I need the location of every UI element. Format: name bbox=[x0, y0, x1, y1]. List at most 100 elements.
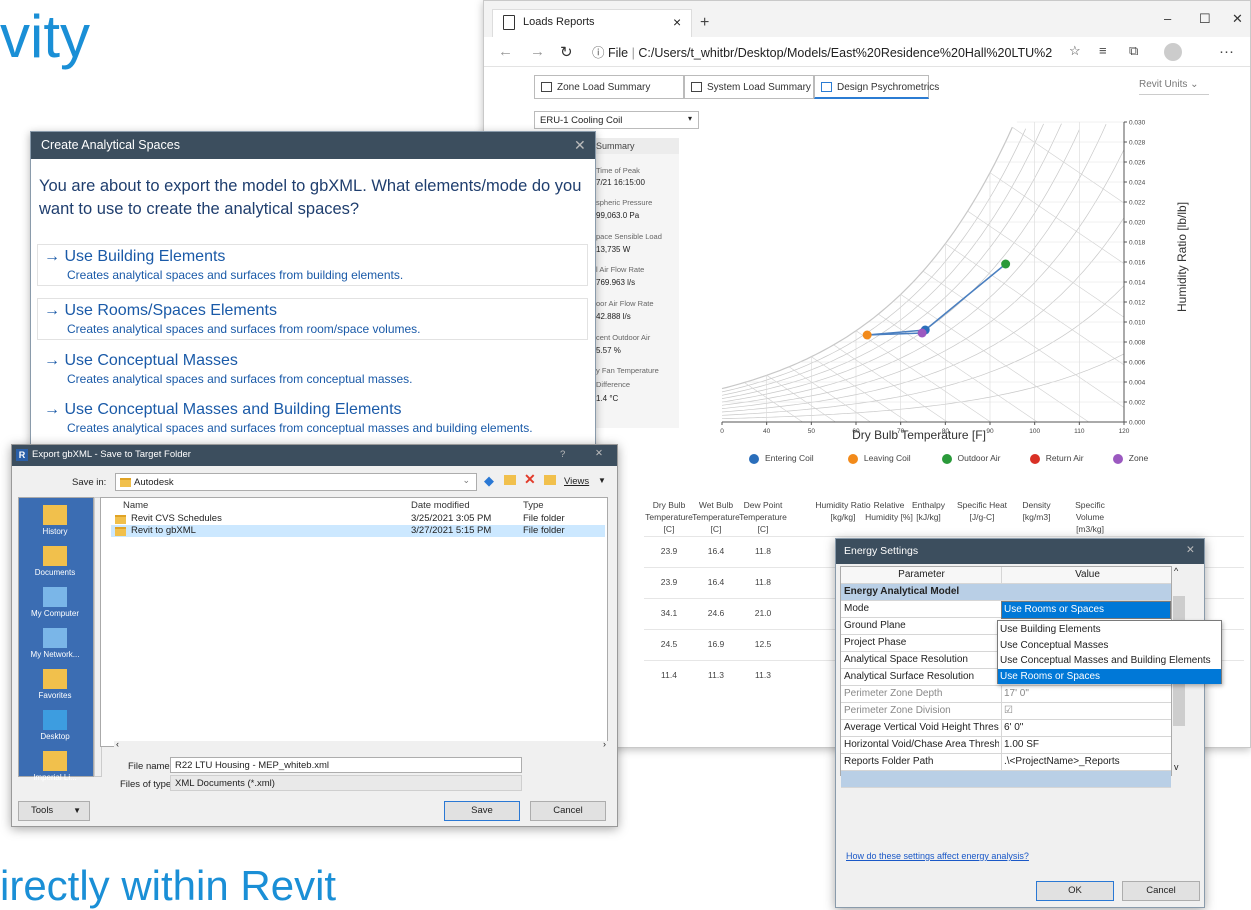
option-use-rooms-spaces[interactable]: → Use Rooms/Spaces Elements Creates anal… bbox=[37, 298, 588, 340]
setting-value[interactable]: 17' 0" bbox=[1001, 686, 1171, 702]
setting-value[interactable]: 1.00 SF bbox=[1001, 737, 1171, 753]
legend-item-entering-coil[interactable]: Entering Coil bbox=[749, 453, 814, 464]
table-header[interactable]: Density [kg/m3] bbox=[1014, 499, 1059, 523]
option-use-masses-and-elements[interactable]: → Use Conceptual Masses and Building Ele… bbox=[37, 397, 597, 439]
file-name-input[interactable]: R22 LTU Housing - MEP_whiteb.xml bbox=[170, 757, 522, 773]
option-description: Creates analytical spaces and surfaces f… bbox=[67, 372, 413, 386]
point-outdoor-air[interactable] bbox=[1001, 259, 1011, 269]
tab-zone-load-summary[interactable]: Zone Load Summary bbox=[534, 75, 684, 99]
place-my-computer[interactable]: My Computer bbox=[18, 587, 92, 618]
place-history[interactable]: History bbox=[18, 505, 92, 536]
table-cell: 24.6 bbox=[707, 608, 725, 618]
option-title: → Use Rooms/Spaces Elements bbox=[44, 302, 277, 319]
close-icon[interactable]: ✕ bbox=[574, 137, 586, 154]
setting-row[interactable]: Perimeter Zone Division ☑ bbox=[841, 703, 1171, 720]
units-dropdown[interactable]: Revit Units ⌄ bbox=[1139, 79, 1209, 95]
place-icon bbox=[43, 587, 67, 607]
dropdown-option[interactable]: Use Conceptual Masses and Building Eleme… bbox=[998, 653, 1221, 668]
column-date-modified[interactable]: Date modified bbox=[411, 500, 470, 511]
legend-item-zone[interactable]: Zone bbox=[1112, 453, 1148, 464]
table-header[interactable]: Wet Bulb Temperature [C] bbox=[692, 499, 740, 535]
option-description: Creates analytical spaces and surfaces f… bbox=[67, 421, 533, 435]
place-favorites[interactable]: Favorites bbox=[18, 669, 92, 700]
summary-label: cent Outdoor Air bbox=[596, 333, 651, 342]
close-icon[interactable]: ✕ bbox=[1186, 544, 1195, 556]
table-header[interactable]: Enthalpy [kJ/kg] bbox=[906, 499, 951, 523]
horizontal-scrollbar[interactable]: ‹ › bbox=[114, 739, 610, 751]
tab-close-icon[interactable]: × bbox=[673, 14, 681, 30]
setting-row[interactable]: Horizontal Void/Chase Area Thresh 1.00 SF bbox=[841, 737, 1171, 754]
chevron-down-icon: ▾ bbox=[687, 114, 692, 123]
option-use-building-elements[interactable]: → Use Building Elements Creates analytic… bbox=[37, 244, 588, 286]
dropdown-option[interactable]: Use Rooms or Spaces bbox=[998, 668, 1221, 684]
setting-name: Ground Plane bbox=[844, 620, 906, 631]
cancel-button[interactable]: Cancel bbox=[530, 801, 606, 821]
collections-icon[interactable]: ⧉ bbox=[1129, 43, 1138, 59]
maximize-button[interactable]: ☐ bbox=[1199, 11, 1211, 27]
new-folder-icon[interactable] bbox=[544, 475, 556, 485]
views-menu[interactable]: Views bbox=[564, 476, 589, 487]
section-header[interactable]: Energy Analytical Model bbox=[841, 584, 1171, 601]
option-use-conceptual-masses[interactable]: → Use Conceptual Masses Creates analytic… bbox=[37, 348, 588, 390]
setting-row[interactable]: Average Vertical Void Height Thres 6' 0" bbox=[841, 720, 1171, 737]
column-name[interactable]: Name bbox=[123, 500, 148, 511]
url-field[interactable]: ⓘ File | C:/Users/t_whitbr/Desktop/Model… bbox=[592, 42, 1052, 63]
setting-value[interactable]: 6' 0" bbox=[1001, 720, 1171, 736]
back-icon[interactable]: ← bbox=[498, 43, 513, 60]
file-type-select[interactable]: XML Documents (*.xml) bbox=[170, 775, 522, 791]
delete-icon[interactable]: ✕ bbox=[524, 471, 536, 488]
y-tick-label: 0.022 bbox=[1129, 200, 1146, 207]
save-in-dropdown[interactable]: Autodesk ⌄ bbox=[115, 473, 477, 491]
file-row[interactable]: Revit to gbXML 3/27/2021 5:15 PM File fo… bbox=[111, 525, 605, 537]
more-menu-icon[interactable]: ··· bbox=[1219, 43, 1234, 60]
back-folder-icon[interactable]: ◆ bbox=[484, 473, 494, 489]
table-header[interactable]: Dew Point Temperature [C] bbox=[739, 499, 787, 535]
setting-value[interactable]: .\<ProjectName>_Reports bbox=[1001, 754, 1171, 770]
setting-value[interactable]: ☑ bbox=[1001, 703, 1171, 719]
profile-avatar[interactable] bbox=[1164, 43, 1182, 61]
url-text: C:/Users/t_whitbr/Desktop/Models/East%20… bbox=[638, 46, 1052, 60]
up-folder-icon[interactable] bbox=[504, 475, 516, 485]
place-imperial-li-[interactable]: Imperial Li... bbox=[18, 751, 92, 782]
setting-row[interactable]: Mode Use Rooms or Spaces bbox=[841, 601, 1171, 619]
table-header[interactable]: Dry Bulb Temperature [C] bbox=[644, 499, 694, 535]
coil-select[interactable]: ERU-1 Cooling Coil ▾ bbox=[534, 111, 699, 129]
close-icon[interactable]: ✕ bbox=[595, 448, 603, 459]
forward-icon[interactable]: → bbox=[530, 43, 545, 60]
table-header[interactable]: Specific Volume [m3/kg] bbox=[1064, 499, 1116, 535]
point-zone[interactable] bbox=[917, 328, 927, 338]
ok-button[interactable]: OK bbox=[1036, 881, 1114, 901]
file-row[interactable]: Revit CVS Schedules 3/25/2021 3:05 PM Fi… bbox=[111, 513, 605, 525]
legend-item-return-air[interactable]: Return Air bbox=[1029, 453, 1084, 464]
place-desktop[interactable]: Desktop bbox=[18, 710, 92, 741]
tools-button[interactable]: Tools ▼ bbox=[18, 801, 90, 821]
tab-system-load-summary[interactable]: System Load Summary bbox=[684, 75, 814, 99]
summary-value: 5.57 % bbox=[596, 346, 621, 355]
setting-row[interactable]: Reports Folder Path .\<ProjectName>_Repor… bbox=[841, 754, 1171, 771]
column-type[interactable]: Type bbox=[523, 500, 544, 511]
tab-design-psychrometrics[interactable]: Design Psychrometrics bbox=[814, 75, 939, 99]
setting-row[interactable]: Perimeter Zone Depth 17' 0" bbox=[841, 686, 1171, 703]
dropdown-option[interactable]: Use Conceptual Masses bbox=[998, 638, 1221, 653]
save-in-value: Autodesk bbox=[134, 477, 174, 488]
cancel-button[interactable]: Cancel bbox=[1122, 881, 1200, 901]
energy-help-link[interactable]: How do these settings affect energy anal… bbox=[846, 851, 1029, 861]
refresh-icon[interactable]: ↻ bbox=[560, 43, 573, 61]
browser-tab[interactable]: Loads Reports × bbox=[492, 9, 692, 37]
setting-value[interactable]: Use Rooms or Spaces bbox=[1001, 601, 1171, 619]
close-button[interactable]: ✕ bbox=[1232, 11, 1243, 27]
save-button[interactable]: Save bbox=[444, 801, 520, 821]
favorites-list-icon[interactable]: ≡ bbox=[1099, 43, 1107, 58]
place-documents[interactable]: Documents bbox=[18, 546, 92, 577]
place-label: My Computer bbox=[30, 609, 79, 618]
dropdown-option[interactable]: Use Building Elements bbox=[998, 622, 1221, 637]
legend-item-leaving-coil[interactable]: Leaving Coil bbox=[847, 453, 911, 464]
point-leaving-coil[interactable] bbox=[862, 330, 872, 340]
help-icon[interactable]: ? bbox=[560, 449, 565, 460]
table-header[interactable]: Specific Heat [J/g-C] bbox=[954, 499, 1010, 523]
legend-item-outdoor-air[interactable]: Outdoor Air bbox=[941, 453, 1001, 464]
favorite-star-icon[interactable]: ☆ bbox=[1069, 43, 1081, 59]
minimize-button[interactable]: – bbox=[1164, 11, 1171, 26]
place-my-network-[interactable]: My Network... bbox=[18, 628, 92, 659]
new-tab-button[interactable]: + bbox=[700, 14, 709, 32]
